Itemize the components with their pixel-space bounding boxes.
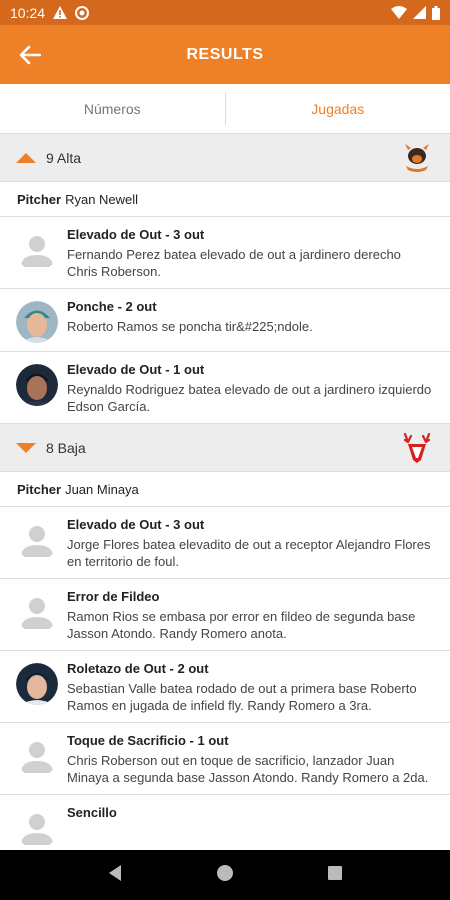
play-title: Ponche - 2 out [67,299,157,314]
play-description: Fernando Perez batea elevado de out a ja… [67,247,401,279]
play-item[interactable]: Toque de Sacrificio - 1 out Chris Robers… [0,723,450,795]
wifi-icon [391,6,407,19]
play-description: Ramon Rios se embasa por error en fildeo… [67,609,416,641]
player-avatar-placeholder-icon [16,591,58,633]
team-logo-deer-icon [402,432,432,464]
play-description: Roberto Ramos se poncha tir&#225;ndole. [67,319,313,334]
pitcher-label: Pitcher [17,191,62,207]
inning-header[interactable]: 9 Alta [0,134,450,182]
app-bar: RESULTS [0,25,450,84]
player-avatar-placeholder-icon [16,229,58,271]
inning-header[interactable]: 8 Baja [0,424,450,472]
play-title: Elevado de Out - 3 out [67,517,205,532]
play-title: Roletazo de Out - 2 out [67,661,209,676]
home-circle-icon[interactable] [216,864,234,887]
play-description: Chris Roberson out en toque de sacrifici… [67,753,429,785]
warning-icon [53,6,68,19]
back-triangle-icon[interactable] [107,864,123,887]
tab-bar: Números Jugadas [0,84,450,134]
player-avatar-photo [16,364,58,406]
play-item[interactable]: Elevado de Out - 3 out Fernando Perez ba… [0,217,450,289]
tab-numeros[interactable]: Números [0,84,225,133]
tab-jugadas[interactable]: Jugadas [226,84,450,133]
play-item[interactable]: Error de Fildeo Ramon Rios se embasa por… [0,579,450,651]
pitcher-label: Pitcher [17,481,62,497]
system-nav-bar [0,850,450,900]
pitcher-row: Pitcher Juan Minaya [0,472,450,507]
plays-list[interactable]: 9 Alta Pitcher Ryan Newell Elevado de Ou… [0,134,450,850]
pitcher-row: Pitcher Ryan Newell [0,182,450,217]
pitcher-name: Ryan Newell [65,191,139,207]
play-description: Sebastian Valle batea rodado de out a pr… [67,681,417,713]
back-arrow-icon[interactable] [12,37,48,73]
notification-icon [75,5,90,20]
inning-label: 8 Baja [46,439,86,456]
battery-icon [432,5,440,20]
recents-square-icon[interactable] [327,865,343,886]
pitcher-name: Juan Minaya [65,481,139,497]
team-logo-bull-icon [402,142,432,174]
player-avatar-placeholder-icon [16,735,58,777]
play-title: Sencillo [67,805,117,820]
play-title: Toque de Sacrificio - 1 out [67,733,229,748]
play-description: Jorge Flores batea elevadito de out a re… [67,537,431,569]
play-item[interactable]: Roletazo de Out - 2 out Sebastian Valle … [0,651,450,723]
play-item[interactable]: Ponche - 2 out Roberto Ramos se poncha t… [0,289,450,352]
player-avatar-photo [16,663,58,705]
inning-label: 9 Alta [46,149,82,166]
play-description: Reynaldo Rodriguez batea elevado de out … [67,382,432,414]
signal-icon [413,6,426,19]
play-item[interactable]: Elevado de Out - 3 out Jorge Flores bate… [0,507,450,579]
status-bar: 10:24 [0,0,450,25]
play-title: Elevado de Out - 3 out [67,227,205,242]
expand-arrow-icon[interactable] [16,442,36,453]
status-time: 10:24 [10,4,46,21]
player-avatar-placeholder-icon [16,519,58,561]
player-avatar-placeholder-icon [16,807,58,849]
play-title: Elevado de Out - 1 out [67,362,205,377]
play-item[interactable]: Elevado de Out - 1 out Reynaldo Rodrigue… [0,352,450,424]
player-avatar-photo [16,301,58,343]
collapse-arrow-icon[interactable] [16,152,36,163]
play-title: Error de Fildeo [67,589,160,604]
page-title: RESULTS [186,45,264,63]
play-item[interactable]: Sencillo [0,795,450,850]
